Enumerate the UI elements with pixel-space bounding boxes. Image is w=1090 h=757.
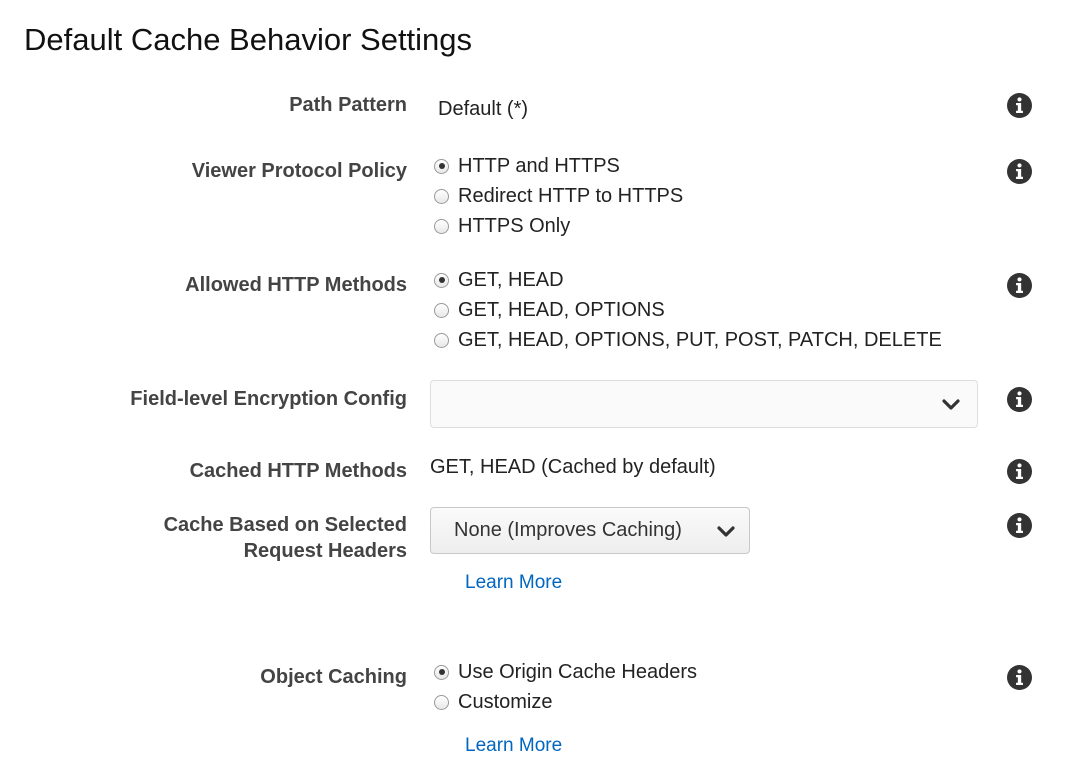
field-level-encryption-label: Field-level Encryption Config xyxy=(130,388,407,410)
chevron-down-icon xyxy=(942,399,960,410)
radio-https-only[interactable]: HTTPS Only xyxy=(434,213,570,239)
radio-label: Use Origin Cache Headers xyxy=(458,660,697,683)
path-pattern-label: Path Pattern xyxy=(289,94,407,116)
radio-label: GET, HEAD, OPTIONS xyxy=(458,298,665,321)
radio-all-methods[interactable]: GET, HEAD, OPTIONS, PUT, POST, PATCH, DE… xyxy=(434,327,942,353)
cached-http-methods-label: Cached HTTP Methods xyxy=(189,460,407,482)
radio-label: HTTPS Only xyxy=(458,214,571,237)
cache-headers-select[interactable]: None (Improves Caching) xyxy=(430,507,750,554)
info-circle-icon[interactable] xyxy=(1007,273,1032,298)
info-circle-icon[interactable] xyxy=(1007,459,1032,484)
radio-button[interactable] xyxy=(434,218,449,234)
radio-label: GET, HEAD xyxy=(458,268,564,291)
field-level-encryption-select[interactable] xyxy=(430,380,978,428)
radio-http-and-https[interactable]: HTTP and HTTPS xyxy=(434,153,620,179)
radio-button-selected[interactable] xyxy=(434,272,449,288)
radio-customize[interactable]: Customize xyxy=(434,689,552,715)
cache-headers-selected-value: None (Improves Caching) xyxy=(454,519,682,541)
chevron-down-icon xyxy=(717,526,735,537)
cache-based-on-headers-label-line1: Cache Based on Selected xyxy=(163,514,407,536)
info-circle-icon[interactable] xyxy=(1007,159,1032,184)
cache-based-on-headers-label-line2: Request Headers xyxy=(243,540,407,562)
radio-button[interactable] xyxy=(434,694,449,710)
radio-button[interactable] xyxy=(434,332,449,348)
radio-get-head-options[interactable]: GET, HEAD, OPTIONS xyxy=(434,297,665,323)
object-caching-label: Object Caching xyxy=(260,666,407,688)
radio-button-selected[interactable] xyxy=(434,664,449,680)
info-circle-icon[interactable] xyxy=(1007,513,1032,538)
radio-button[interactable] xyxy=(434,302,449,318)
info-circle-icon[interactable] xyxy=(1007,665,1032,690)
radio-label: Redirect HTTP to HTTPS xyxy=(458,184,684,207)
viewer-protocol-policy-label: Viewer Protocol Policy xyxy=(191,160,407,182)
radio-button-selected[interactable] xyxy=(434,158,449,174)
radio-get-head[interactable]: GET, HEAD xyxy=(434,267,564,293)
radio-use-origin-cache-headers[interactable]: Use Origin Cache Headers xyxy=(434,659,697,685)
radio-label: GET, HEAD, OPTIONS, PUT, POST, PATCH, DE… xyxy=(458,328,942,351)
radio-label: HTTP and HTTPS xyxy=(458,154,620,177)
info-circle-icon[interactable] xyxy=(1007,387,1032,412)
page-title: Default Cache Behavior Settings xyxy=(24,22,473,57)
cached-http-methods-value: GET, HEAD (Cached by default) xyxy=(430,456,716,478)
radio-label: Customize xyxy=(458,690,553,713)
learn-more-object-caching-link[interactable]: Learn More xyxy=(465,735,562,757)
path-pattern-value: Default (*) xyxy=(438,98,529,120)
allowed-http-methods-label: Allowed HTTP Methods xyxy=(185,274,407,296)
info-circle-icon[interactable] xyxy=(1007,93,1032,118)
radio-redirect-http-to-https[interactable]: Redirect HTTP to HTTPS xyxy=(434,183,683,209)
learn-more-headers-link[interactable]: Learn More xyxy=(465,572,562,594)
radio-button[interactable] xyxy=(434,188,449,204)
